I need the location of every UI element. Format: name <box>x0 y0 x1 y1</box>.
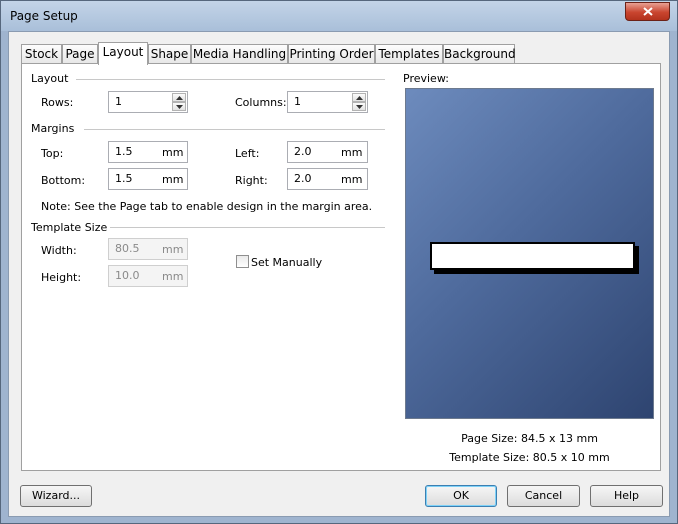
page-setup-dialog: Page Setup Stock Page Layout Shape Media… <box>0 0 678 524</box>
page-size-label: Page Size: <box>461 432 518 445</box>
set-manually-label[interactable]: Set Manually <box>251 256 322 269</box>
template-size-info: Template Size: 80.5 x 10 mm <box>405 451 654 464</box>
template-width-label: Width: <box>41 244 77 257</box>
template-height-input[interactable] <box>115 269 155 282</box>
spin-up-icon <box>355 95 363 100</box>
template-height-field[interactable]: mm <box>108 265 188 287</box>
tab-background[interactable]: Background <box>443 44 516 64</box>
cancel-button[interactable]: Cancel <box>507 485 580 507</box>
close-button[interactable] <box>625 2 670 21</box>
tab-shape[interactable]: Shape <box>148 44 191 64</box>
margin-top-input[interactable] <box>115 145 155 158</box>
margin-left-label: Left: <box>235 147 260 160</box>
dialog-client-area: Stock Page Layout Shape Media Handling P… <box>8 31 670 517</box>
margins-section-divider <box>84 129 385 130</box>
ok-button[interactable]: OK <box>425 485 497 507</box>
columns-spinbox[interactable] <box>287 91 368 113</box>
tab-page[interactable]: Page <box>62 44 98 64</box>
margin-top-unit: mm <box>162 146 184 159</box>
layout-section-divider <box>76 79 385 80</box>
template-size-section-label: Template Size <box>31 221 108 234</box>
rows-label: Rows: <box>41 96 74 109</box>
preview-label: Preview: <box>403 72 449 85</box>
template-size-info-label: Template Size: <box>449 451 530 464</box>
window-title: Page Setup <box>10 9 78 23</box>
template-size-section-divider <box>110 227 385 228</box>
template-size-info-value: 80.5 x 10 mm <box>532 451 610 464</box>
margin-bottom-label: Bottom: <box>41 174 86 187</box>
rows-input[interactable] <box>115 95 155 108</box>
spin-down-icon <box>355 104 363 109</box>
columns-spin-up[interactable] <box>352 93 366 102</box>
margins-note: Note: See the Page tab to enable design … <box>41 200 373 213</box>
columns-spin-down[interactable] <box>352 102 366 111</box>
tab-layout[interactable]: Layout <box>98 42 148 65</box>
preview-canvas <box>405 88 654 419</box>
template-height-unit: mm <box>162 270 184 283</box>
template-height-label: Height: <box>41 271 82 284</box>
wizard-button[interactable]: Wizard... <box>20 485 92 507</box>
margin-right-input[interactable] <box>294 172 334 185</box>
columns-label: Columns: <box>235 96 287 109</box>
margin-bottom-unit: mm <box>162 173 184 186</box>
rows-spin-down[interactable] <box>172 102 186 111</box>
rows-spinbox[interactable] <box>108 91 188 113</box>
columns-input[interactable] <box>294 95 334 108</box>
close-icon <box>642 7 653 16</box>
spin-up-icon <box>175 95 183 100</box>
margin-left-unit: mm <box>341 146 363 159</box>
margin-top-field[interactable]: mm <box>108 141 188 163</box>
margin-right-label: Right: <box>235 174 268 187</box>
preview-template-label <box>430 242 635 270</box>
tab-media-handling[interactable]: Media Handling <box>191 44 288 64</box>
template-width-field[interactable]: mm <box>108 238 188 260</box>
spin-down-icon <box>175 104 183 109</box>
margin-right-field[interactable]: mm <box>287 168 368 190</box>
layout-tab-panel: Layout Rows: Columns: <box>21 63 661 471</box>
tab-stock[interactable]: Stock <box>21 44 62 64</box>
help-button[interactable]: Help <box>590 485 663 507</box>
template-width-unit: mm <box>162 243 184 256</box>
layout-section-label: Layout <box>31 72 69 85</box>
margin-left-input[interactable] <box>294 145 334 158</box>
tab-printing-order[interactable]: Printing Order <box>288 44 375 64</box>
page-size-value: 84.5 x 13 mm <box>521 432 598 445</box>
margin-bottom-field[interactable]: mm <box>108 168 188 190</box>
margin-top-label: Top: <box>41 147 64 160</box>
template-width-input[interactable] <box>115 242 155 255</box>
margin-left-field[interactable]: mm <box>287 141 368 163</box>
margin-bottom-input[interactable] <box>115 172 155 185</box>
title-bar[interactable]: Page Setup <box>1 1 677 31</box>
margin-right-unit: mm <box>341 173 363 186</box>
page-size-info: Page Size: 84.5 x 13 mm <box>405 432 654 445</box>
rows-spin-up[interactable] <box>172 93 186 102</box>
tab-templates[interactable]: Templates <box>375 44 443 64</box>
set-manually-checkbox[interactable] <box>236 255 249 268</box>
margins-section-label: Margins <box>31 122 75 135</box>
